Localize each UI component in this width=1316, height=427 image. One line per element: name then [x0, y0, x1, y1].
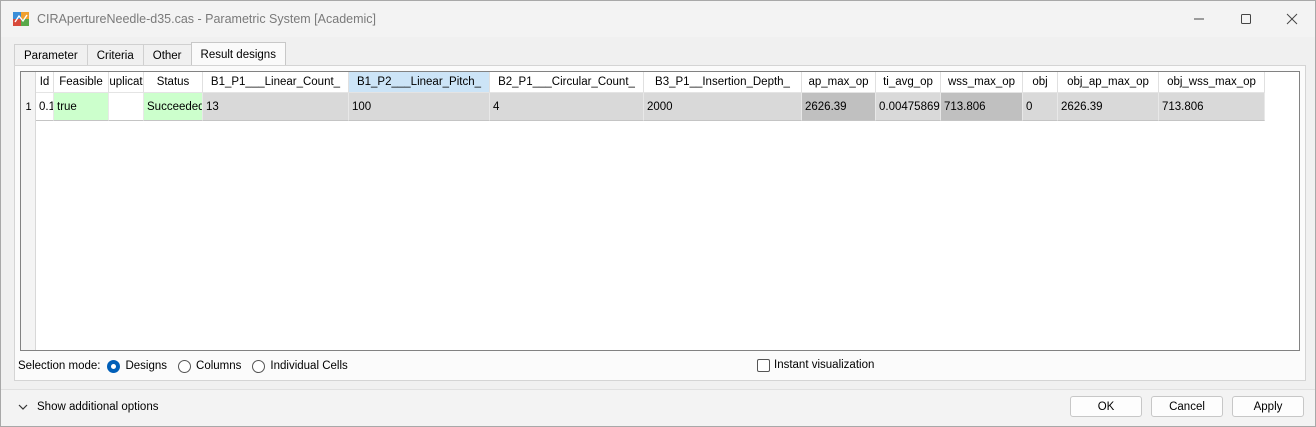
column-header-wss-max-op[interactable]: wss_max_op — [941, 72, 1023, 93]
column-header-id[interactable]: Id — [36, 72, 54, 93]
table-cell-id[interactable]: 0.1 — [36, 93, 54, 121]
table-cell-obj[interactable]: 0 — [1023, 93, 1058, 121]
show-additional-options[interactable]: Show additional options — [17, 401, 158, 413]
column-header-linear-pitch[interactable]: B1_P2___Linear_Pitch_ — [349, 72, 490, 93]
table-cell-obj-ap-max-op[interactable]: 2626.39 — [1058, 93, 1159, 121]
ok-button[interactable]: OK — [1070, 396, 1142, 417]
minimize-icon — [1194, 18, 1204, 20]
column-header-feasible[interactable]: Feasible — [54, 72, 109, 93]
title-bar[interactable]: CIRApertureNeedle-d35.cas - Parametric S… — [1, 1, 1315, 37]
result-designs-panel: 1 Id Feasible uplicat Status B1_P1___Lin… — [14, 65, 1306, 381]
table-cell-obj-wss-max-op[interactable]: 713.806 — [1159, 93, 1265, 121]
column-header-insertion-depth[interactable]: B3_P1__Insertion_Depth_ — [644, 72, 802, 93]
apply-button[interactable]: Apply — [1232, 396, 1304, 417]
close-icon — [1286, 13, 1298, 25]
table-cell-linear-pitch[interactable]: 100 — [349, 93, 490, 121]
columns-radio-label[interactable]: Columns — [196, 360, 241, 372]
instant-visualization-label[interactable]: Instant visualization — [774, 359, 874, 371]
designs-radio-label[interactable]: Designs — [125, 360, 167, 372]
minimize-button[interactable] — [1176, 1, 1222, 37]
columns-radio[interactable] — [178, 359, 192, 373]
column-header-obj-wss-max-op[interactable]: obj_wss_max_op — [1159, 72, 1265, 93]
table-cell-wss-max-op[interactable]: 713.806 — [941, 93, 1023, 121]
column-header-duplicate[interactable]: uplicat — [109, 72, 144, 93]
window-title: CIRApertureNeedle-d35.cas - Parametric S… — [37, 12, 377, 26]
result-designs-table[interactable]: 1 Id Feasible uplicat Status B1_P1___Lin… — [20, 71, 1300, 351]
row-number[interactable]: 1 — [21, 93, 36, 121]
table-cell-ap-max-op[interactable]: 2626.39 — [802, 93, 876, 121]
row-header-column: 1 — [21, 72, 36, 350]
table-cell-feasible[interactable]: true — [54, 93, 109, 121]
close-window-button[interactable] — [1269, 1, 1315, 37]
tab-criteria[interactable]: Criteria — [86, 44, 144, 66]
table-cell-duplicate[interactable] — [109, 93, 144, 121]
column-header-ti-avg-op[interactable]: ti_avg_op — [876, 72, 941, 93]
dialog-footer: Show additional options OK Cancel Apply — [1, 389, 1315, 426]
column-header-status[interactable]: Status — [144, 72, 203, 93]
table-cell-circular-count[interactable]: 4 — [490, 93, 644, 121]
column-header-circular-count[interactable]: B2_P1___Circular_Count_ — [490, 72, 644, 93]
table-cell-insertion-depth[interactable]: 2000 — [644, 93, 802, 121]
column-header-obj[interactable]: obj — [1023, 72, 1058, 93]
cancel-button[interactable]: Cancel — [1151, 396, 1223, 417]
table-cell-ti-avg-op[interactable]: 0.00475869 — [876, 93, 941, 121]
app-icon — [12, 10, 30, 28]
selection-mode-label: Selection mode: — [18, 360, 101, 372]
tab-parameter[interactable]: Parameter — [14, 44, 88, 66]
table-cell-linear-count[interactable]: 13 — [203, 93, 349, 121]
show-additional-options-label: Show additional options — [37, 401, 159, 413]
selection-mode-group: Selection mode: Designs Columns Individu… — [18, 358, 348, 374]
table-cell-status[interactable]: Succeeded — [144, 93, 203, 121]
chevron-down-icon — [18, 404, 28, 410]
individual-cells-radio[interactable] — [252, 359, 266, 373]
column-header-obj-ap-max-op[interactable]: obj_ap_max_op — [1058, 72, 1159, 93]
maximize-button[interactable] — [1223, 1, 1269, 37]
maximize-icon — [1241, 14, 1251, 24]
instant-visualization-checkbox[interactable] — [757, 359, 770, 372]
tab-result-designs[interactable]: Result designs — [190, 42, 286, 66]
tab-other[interactable]: Other — [142, 44, 192, 66]
designs-radio[interactable] — [107, 359, 121, 373]
parametric-system-window: CIRApertureNeedle-d35.cas - Parametric S… — [0, 0, 1316, 427]
column-header-linear-count[interactable]: B1_P1___Linear_Count_ — [203, 72, 349, 93]
tab-bar: Parameter Criteria Other Result designs — [14, 42, 286, 66]
column-header-ap-max-op[interactable]: ap_max_op — [802, 72, 876, 93]
individual-cells-radio-label[interactable]: Individual Cells — [270, 360, 347, 372]
